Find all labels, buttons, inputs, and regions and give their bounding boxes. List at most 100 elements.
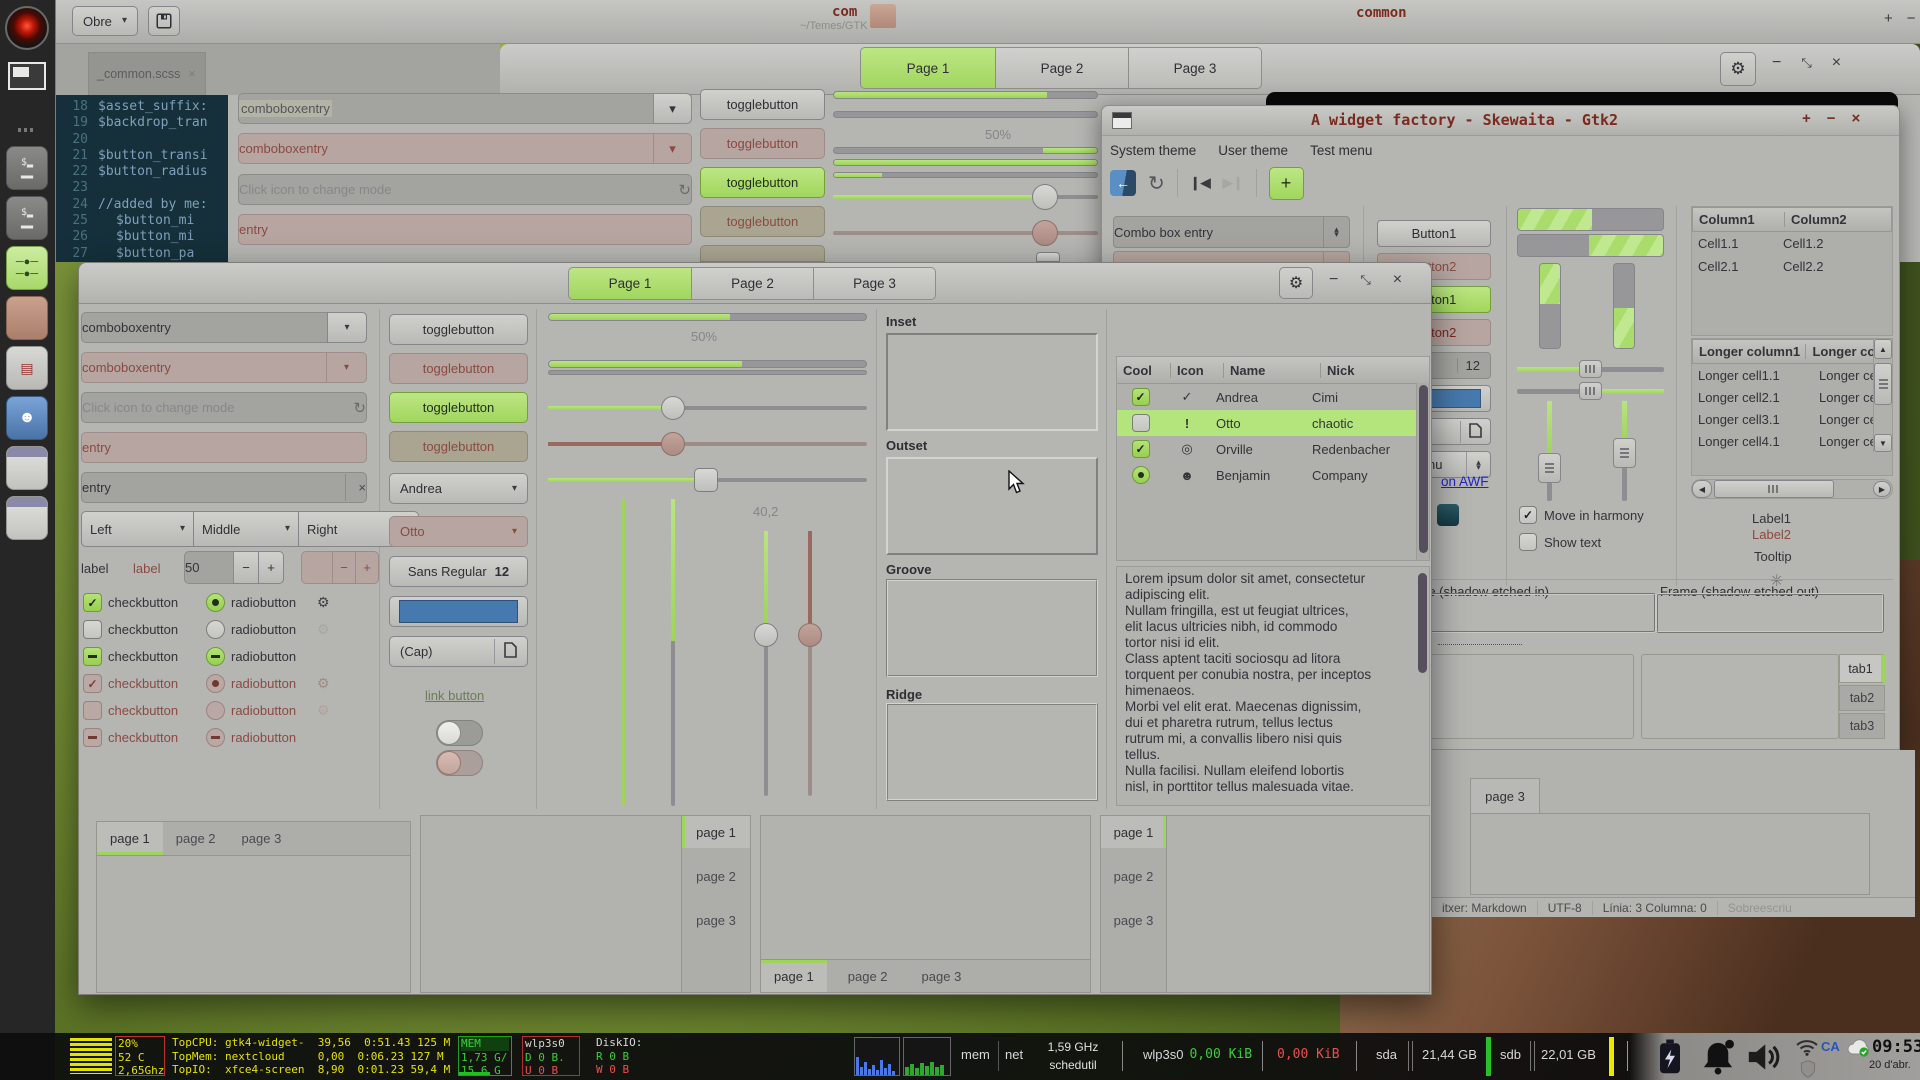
code-area[interactable]: 18$asset_suffix: 19$backdrop_tran 20 21$… bbox=[56, 95, 228, 262]
gtk2-close-icon[interactable]: × bbox=[1852, 110, 1861, 127]
fg-vscale3-track[interactable] bbox=[764, 531, 768, 796]
nb-tab-active[interactable]: page 1 bbox=[1101, 816, 1166, 848]
battery-icon[interactable] bbox=[1655, 1039, 1685, 1080]
dock-item-window-2[interactable] bbox=[6, 496, 48, 540]
gtk2-table2[interactable]: Longer column1Longer col Longer cell1.1L… bbox=[1691, 338, 1893, 476]
nb-tab-active[interactable]: page 1 bbox=[97, 822, 163, 855]
fg-togglebutton3[interactable]: togglebutton bbox=[389, 392, 528, 423]
notification-bell-icon[interactable] bbox=[1701, 1039, 1735, 1080]
column-header[interactable]: Longer column1 bbox=[1693, 344, 1805, 359]
gtk2-hscale1-handle[interactable] bbox=[1579, 360, 1602, 378]
checkbox-unchecked-icon[interactable] bbox=[1519, 533, 1537, 551]
fg-hscale3-handle[interactable] bbox=[694, 468, 718, 492]
fg-link-button[interactable]: link button bbox=[425, 688, 484, 703]
wifi-icon[interactable] bbox=[1795, 1038, 1819, 1061]
go-first-icon[interactable]: ❙◀ bbox=[1190, 175, 1211, 191]
net-plugin-label[interactable]: net bbox=[1005, 1047, 1023, 1062]
dock-item-archive[interactable] bbox=[6, 296, 48, 340]
fg-mode-entry[interactable]: Click icon to change mode↻ bbox=[81, 392, 367, 423]
fg-tab-page3[interactable]: Page 3 bbox=[814, 267, 936, 300]
wifi-interface[interactable]: wlp3s0 bbox=[1143, 1047, 1183, 1062]
vertical-scrollbar[interactable] bbox=[1416, 569, 1428, 805]
table-row[interactable]: Longer cell4.1Longer cel bbox=[1692, 430, 1892, 452]
nb-tab[interactable]: page 2 bbox=[1101, 860, 1166, 892]
fg-file-button[interactable]: (Cap) bbox=[389, 636, 528, 667]
spin-plus-button[interactable]: + bbox=[259, 551, 284, 584]
gtk2-combo-entry[interactable]: Combo box entry ▴▾ bbox=[1113, 216, 1350, 248]
dock-item-window-1[interactable] bbox=[6, 446, 48, 490]
bg-restore-icon[interactable]: ⤡ bbox=[1801, 55, 1811, 71]
gtk2-hscale2-handle[interactable] bbox=[1579, 382, 1602, 400]
bg-tab-page2[interactable]: Page 2 bbox=[996, 47, 1129, 89]
fg-hscale1-track[interactable] bbox=[548, 406, 867, 410]
nb-tab[interactable]: page 2 bbox=[835, 960, 901, 992]
bg-tab-page3[interactable]: Page 3 bbox=[1129, 47, 1262, 89]
scrollbar-thumb[interactable] bbox=[1714, 480, 1834, 498]
gear-icon[interactable]: ⚙ bbox=[317, 594, 330, 611]
horizontal-scrollbar[interactable]: ◀ ▶ bbox=[1691, 479, 1893, 499]
fg-vscale3-handle[interactable] bbox=[754, 623, 778, 647]
dock-item-document[interactable]: ▤ bbox=[6, 346, 48, 390]
gtk2-check2-row[interactable]: Show text bbox=[1519, 533, 1601, 551]
tree-row[interactable]: ✓ ✓ Andrea Cimi bbox=[1117, 384, 1429, 410]
table-row[interactable]: Longer cell1.1Longer cel bbox=[1692, 364, 1892, 386]
scrollbar-thumb[interactable] bbox=[1874, 363, 1892, 405]
dock-item-terminal-2[interactable]: $▂▂▂ bbox=[6, 196, 48, 240]
fg-align-middle-combo[interactable]: Middle▾ bbox=[194, 511, 299, 547]
refresh-icon[interactable]: ↻ bbox=[678, 181, 691, 199]
plus-icon[interactable]: + bbox=[1884, 10, 1893, 27]
column-header[interactable]: Column2 bbox=[1784, 212, 1847, 227]
chevron-down-icon[interactable]: ▾ bbox=[327, 312, 367, 343]
column-header-icon[interactable]: Icon bbox=[1170, 363, 1223, 378]
bg-page3-tab[interactable]: page 3 bbox=[1470, 778, 1540, 814]
cpu-graph[interactable] bbox=[854, 1037, 900, 1076]
add-button[interactable]: + bbox=[1269, 167, 1304, 200]
dock-item-mixer-active[interactable]: ─●──●─ bbox=[6, 246, 48, 290]
fg-close-icon[interactable]: × bbox=[1393, 271, 1402, 289]
scroll-down-icon[interactable]: ▼ bbox=[1874, 434, 1892, 452]
fg-spinbutton[interactable]: 50 − + bbox=[184, 551, 284, 584]
scroll-left-icon[interactable]: ◀ bbox=[1692, 480, 1712, 498]
fg-headerbar[interactable]: Page 1 Page 2 Page 3 ⚙ − ⤡ × bbox=[79, 263, 1431, 304]
radio-selected-icon[interactable] bbox=[206, 593, 225, 612]
gtk2-minimize-icon[interactable]: − bbox=[1827, 110, 1836, 127]
net-graph[interactable] bbox=[903, 1037, 951, 1076]
nb-tab[interactable]: page 3 bbox=[909, 960, 975, 992]
fg-hscale1-handle[interactable] bbox=[661, 396, 685, 420]
vertical-scrollbar[interactable]: ▲ ▼ bbox=[1873, 339, 1892, 452]
editor-tab-close-icon[interactable]: × bbox=[188, 67, 195, 81]
nb-tab-active[interactable]: page 1 bbox=[761, 960, 827, 992]
menu-user-theme[interactable]: User theme bbox=[1218, 143, 1288, 158]
radiobutton-label[interactable]: radiobutton bbox=[231, 622, 311, 637]
scroll-right-icon[interactable]: ▶ bbox=[1873, 481, 1891, 497]
fg-color-button[interactable] bbox=[389, 596, 528, 627]
bg-togglebutton2[interactable]: togglebutton bbox=[700, 128, 825, 159]
spin-value[interactable]: 50 bbox=[184, 551, 234, 584]
table-row[interactable]: Cell2.1Cell2.2 bbox=[1692, 255, 1892, 278]
fg-name-combo[interactable]: Andrea▾ bbox=[389, 473, 528, 504]
nb-tab[interactable]: page 3 bbox=[1101, 904, 1166, 936]
bg-scale1-handle[interactable] bbox=[1032, 184, 1058, 210]
bg-comboboxentry2[interactable]: comboboxentry▾ bbox=[238, 133, 692, 164]
dock-item-terminal-1[interactable]: $▂▂▂ bbox=[6, 146, 48, 190]
checkbox-checked-icon[interactable]: ✓ bbox=[1519, 506, 1537, 524]
bg-scale1-track[interactable] bbox=[833, 195, 1098, 199]
shield-icon[interactable] bbox=[1798, 1059, 1818, 1080]
refresh-icon[interactable]: ↻ bbox=[1148, 171, 1165, 196]
gtk2-table1[interactable]: Column1Column2 Cell1.1Cell1.2 Cell2.1Cel… bbox=[1691, 206, 1893, 336]
fg-entry[interactable]: entry× bbox=[81, 472, 367, 503]
checkbox-checked-icon[interactable]: ✓ bbox=[83, 593, 102, 612]
table-row[interactable]: Longer cell3.1Longer cel bbox=[1692, 408, 1892, 430]
bg-minimize-icon[interactable]: − bbox=[1772, 54, 1781, 72]
checkbox-unchecked-icon[interactable] bbox=[1132, 414, 1150, 432]
nb-tab[interactable]: page 3 bbox=[682, 904, 750, 936]
clear-icon[interactable]: × bbox=[345, 474, 366, 501]
vertical-scrollbar[interactable] bbox=[1416, 383, 1429, 560]
column-header[interactable]: Column1 bbox=[1693, 212, 1784, 227]
radio-selected-icon[interactable] bbox=[1132, 466, 1150, 484]
clock[interactable]: 09:53 bbox=[1872, 1037, 1920, 1057]
checkbutton-label[interactable]: checkbutton bbox=[108, 649, 200, 664]
fg-treeview[interactable]: Cool Icon Name Nick ✓ ✓ Andrea Cimi ! Ot… bbox=[1116, 356, 1430, 561]
gtk2-vscale1-track[interactable] bbox=[1547, 401, 1552, 501]
checkbox-unchecked-icon[interactable] bbox=[83, 620, 102, 639]
